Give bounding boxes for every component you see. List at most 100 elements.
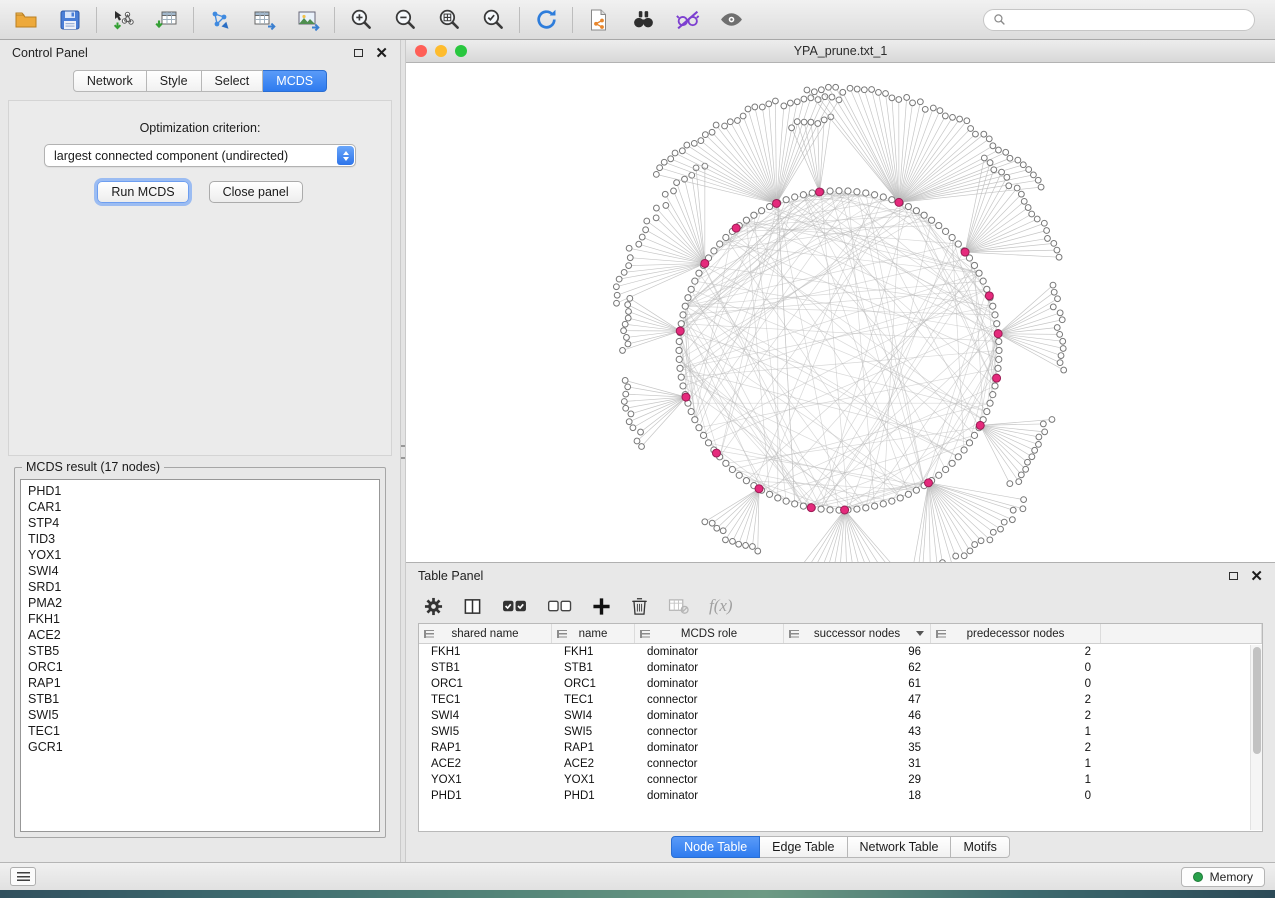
result-item[interactable]: RAP1 <box>21 675 379 691</box>
result-item[interactable]: YOX1 <box>21 547 379 563</box>
search-input[interactable] <box>1012 13 1245 27</box>
deselect-all-icon[interactable] <box>547 594 572 618</box>
table-row[interactable]: PHD1PHD1dominator180 <box>419 788 1262 804</box>
tab-motifs[interactable]: Motifs <box>951 836 1009 858</box>
column-header-successor-nodes[interactable]: successor nodes <box>784 624 931 643</box>
table-row[interactable]: TEC1TEC1connector472 <box>419 692 1262 708</box>
table-row[interactable]: SWI4SWI4dominator462 <box>419 708 1262 724</box>
export-document-icon[interactable] <box>585 6 613 34</box>
column-header-shared-name[interactable]: shared name <box>419 624 552 643</box>
result-item[interactable]: ORC1 <box>21 659 379 675</box>
tab-edge-table[interactable]: Edge Table <box>760 836 847 858</box>
result-item[interactable]: STB1 <box>21 691 379 707</box>
toggle-graphics-details-icon[interactable] <box>673 6 701 34</box>
column-menu-icon[interactable] <box>789 630 799 638</box>
memory-button[interactable]: Memory <box>1181 867 1265 887</box>
table-scrollbar[interactable] <box>1250 645 1262 830</box>
close-panel-button[interactable]: Close panel <box>209 181 303 203</box>
node-table: shared namename MCDS role successor nodesp… <box>418 623 1263 832</box>
select-all-icon[interactable] <box>502 594 527 618</box>
import-network-icon[interactable] <box>109 6 137 34</box>
column-menu-icon[interactable] <box>557 630 567 638</box>
show-hide-eye-icon[interactable] <box>717 6 745 34</box>
run-mcds-button[interactable]: Run MCDS <box>97 181 188 203</box>
export-network-icon[interactable] <box>206 6 234 34</box>
open-file-icon[interactable] <box>12 6 40 34</box>
table-row[interactable]: STB1STB1dominator620 <box>419 660 1262 676</box>
optimization-criterion-dropdown[interactable]: largest connected component (undirected) <box>44 144 356 167</box>
column-header-name[interactable]: name <box>552 624 635 643</box>
result-item[interactable]: FKH1 <box>21 611 379 627</box>
zoom-window-icon[interactable] <box>455 45 467 57</box>
table-row[interactable]: RAP1RAP1dominator352 <box>419 740 1262 756</box>
result-item[interactable]: SWI5 <box>21 707 379 723</box>
search-box[interactable] <box>983 9 1255 31</box>
tab-network-table[interactable]: Network Table <box>848 836 952 858</box>
scrollbar-thumb[interactable] <box>1253 647 1261 754</box>
result-item[interactable]: PMA2 <box>21 595 379 611</box>
result-item[interactable]: GCR1 <box>21 739 379 755</box>
cell: TEC1 <box>552 692 635 708</box>
splitter-handle-icon[interactable] <box>401 445 405 459</box>
result-item[interactable]: ACE2 <box>21 627 379 643</box>
column-menu-icon[interactable] <box>424 630 434 638</box>
table-row[interactable]: ORC1ORC1dominator610 <box>419 676 1262 692</box>
result-item[interactable]: STP4 <box>21 515 379 531</box>
cell: 1 <box>931 756 1101 772</box>
zoom-in-icon[interactable] <box>347 6 375 34</box>
zoom-selected-icon[interactable] <box>479 6 507 34</box>
column-menu-icon[interactable] <box>640 630 650 638</box>
zoom-fit-icon[interactable] <box>435 6 463 34</box>
table-row[interactable]: YOX1YOX1connector291 <box>419 772 1262 788</box>
delete-column-trash-icon[interactable] <box>631 594 648 618</box>
cell: 2 <box>931 692 1101 708</box>
tab-style[interactable]: Style <box>147 70 202 92</box>
column-label: MCDS role <box>681 628 737 640</box>
cell: FKH1 <box>552 644 635 660</box>
result-item[interactable]: SWI4 <box>21 563 379 579</box>
table-row[interactable]: FKH1FKH1dominator962 <box>419 644 1262 660</box>
cell: STB1 <box>552 660 635 676</box>
save-session-icon[interactable] <box>56 6 84 34</box>
network-canvas[interactable] <box>406 63 1275 562</box>
network-graph[interactable] <box>406 63 1275 562</box>
tab-node-table[interactable]: Node Table <box>671 836 760 858</box>
tab-network[interactable]: Network <box>73 70 147 92</box>
refresh-view-icon[interactable] <box>532 6 560 34</box>
add-column-plus-icon[interactable] <box>592 594 611 618</box>
close-window-icon[interactable] <box>415 45 427 57</box>
result-item[interactable]: TEC1 <box>21 723 379 739</box>
column-header-MCDS-role[interactable]: MCDS role <box>635 624 784 643</box>
sort-chevron-icon[interactable] <box>916 631 924 636</box>
cell: ORC1 <box>419 676 552 692</box>
minimize-window-icon[interactable] <box>435 45 447 57</box>
mcds-result-list[interactable]: PHD1CAR1STP4TID3YOX1SWI4SRD1PMA2FKH1ACE2… <box>20 479 380 832</box>
mcds-pane: Optimization criterion: largest connecte… <box>8 100 392 456</box>
show-columns-icon[interactable] <box>463 594 482 618</box>
export-table-icon[interactable] <box>250 6 278 34</box>
float-panel-icon[interactable] <box>1229 572 1238 580</box>
panel-menu-button[interactable] <box>10 867 36 886</box>
column-menu-icon[interactable] <box>936 630 946 638</box>
result-item[interactable]: SRD1 <box>21 579 379 595</box>
column-header-predecessor-nodes[interactable]: predecessor nodes <box>931 624 1101 643</box>
close-panel-icon[interactable]: ✕ <box>375 46 388 61</box>
table-row[interactable]: SWI5SWI5connector431 <box>419 724 1262 740</box>
cell: SWI4 <box>419 708 552 724</box>
table-row[interactable]: ACE2ACE2connector311 <box>419 756 1262 772</box>
tab-mcds[interactable]: MCDS <box>263 70 327 92</box>
export-image-icon[interactable] <box>294 6 322 34</box>
search-binoculars-icon[interactable] <box>629 6 657 34</box>
cell: 2 <box>931 644 1101 660</box>
import-table-icon[interactable] <box>153 6 181 34</box>
table-settings-gear-icon[interactable] <box>424 594 443 618</box>
float-panel-icon[interactable] <box>354 49 363 57</box>
result-item[interactable]: CAR1 <box>21 499 379 515</box>
clear-table-icon-disabled <box>668 594 689 618</box>
zoom-out-icon[interactable] <box>391 6 419 34</box>
close-panel-icon[interactable]: ✕ <box>1250 569 1263 584</box>
result-item[interactable]: STB5 <box>21 643 379 659</box>
result-item[interactable]: PHD1 <box>21 483 379 499</box>
result-item[interactable]: TID3 <box>21 531 379 547</box>
tab-select[interactable]: Select <box>202 70 264 92</box>
